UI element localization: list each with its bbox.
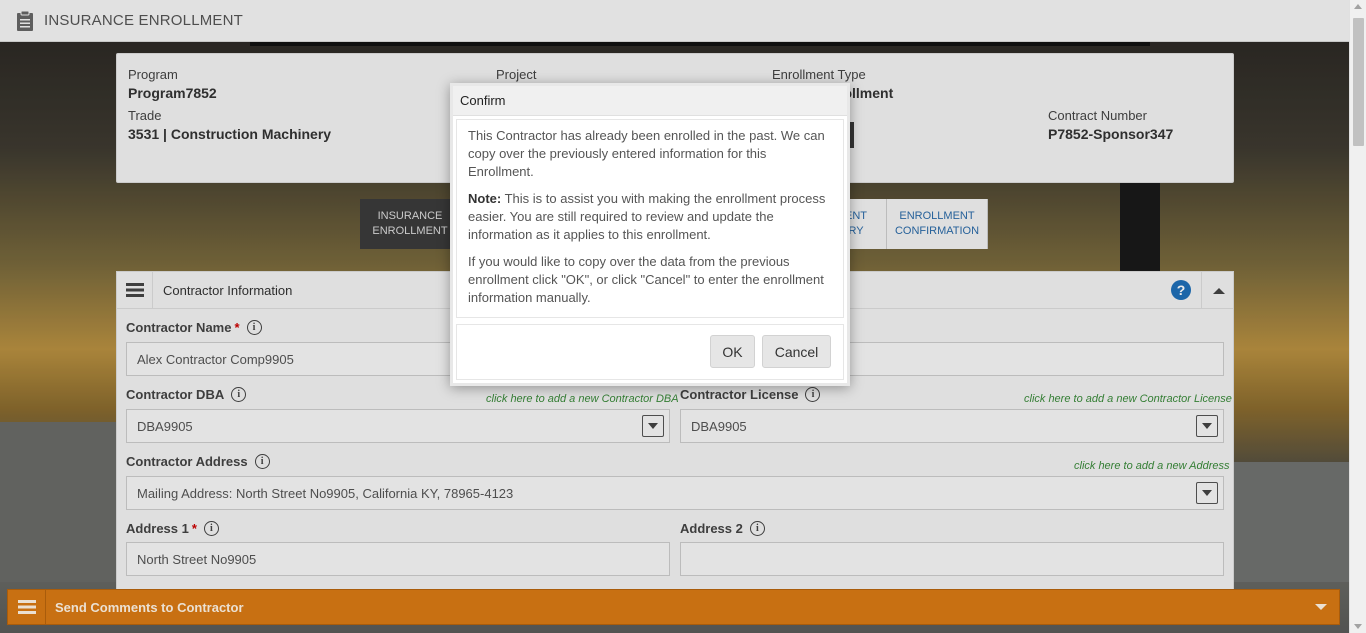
dialog-footer: OK Cancel xyxy=(456,324,844,380)
scroll-down-arrow[interactable] xyxy=(1354,624,1362,629)
cancel-button[interactable]: Cancel xyxy=(762,335,831,368)
dialog-note: Note: This is to assist you with making … xyxy=(468,190,832,244)
dialog-title: Confirm xyxy=(453,86,847,116)
dialog-message: This Contractor has already been enrolle… xyxy=(468,128,825,179)
dialog-body: This Contractor has already been enrolle… xyxy=(456,119,844,318)
note-label: Note: xyxy=(468,191,502,206)
scroll-up-arrow[interactable] xyxy=(1354,4,1362,9)
scrollbar-thumb[interactable] xyxy=(1353,18,1364,146)
confirm-dialog: Confirm This Contractor has already been… xyxy=(450,83,850,386)
ok-button[interactable]: OK xyxy=(710,335,755,368)
page-scrollbar[interactable] xyxy=(1349,0,1366,633)
dialog-instructions: If you would like to copy over the data … xyxy=(468,254,824,305)
note-text: This is to assist you with making the en… xyxy=(468,191,826,242)
